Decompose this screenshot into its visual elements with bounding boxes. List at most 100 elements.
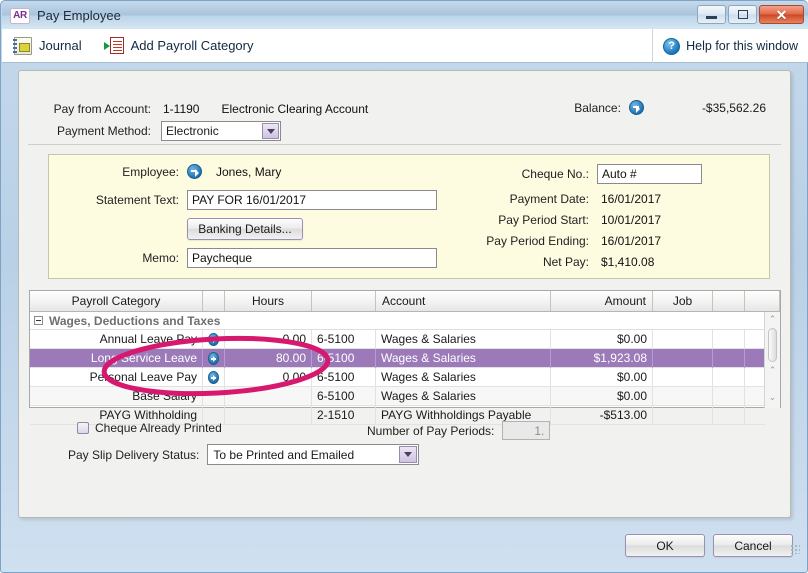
column-header-hours[interactable]: Hours — [225, 291, 312, 311]
pay-slip-delivery-status-select[interactable]: To be Printed and Emailed — [207, 444, 419, 465]
row-drilldown-arrow-icon[interactable] — [208, 333, 219, 346]
cell-hours[interactable]: 80.00 — [225, 349, 312, 368]
chevron-down-icon[interactable] — [399, 446, 417, 463]
column-header-payroll-category[interactable]: Payroll Category — [30, 291, 203, 311]
cell-payroll-category[interactable]: Personal Leave Pay — [30, 368, 203, 387]
cheque-already-printed-checkbox[interactable] — [77, 422, 89, 434]
add-payroll-category-button[interactable]: Add Payroll Category — [104, 37, 254, 55]
statement-text-input[interactable]: PAY FOR 16/01/2017 — [187, 190, 437, 210]
cell-job[interactable] — [653, 387, 713, 406]
column-header-account[interactable]: Account — [376, 291, 551, 311]
cell-drilldown[interactable] — [203, 368, 225, 387]
cheque-no-input[interactable]: Auto # — [597, 164, 702, 184]
column-header-job[interactable]: Job — [653, 291, 713, 311]
pay-period-start-value[interactable]: 10/01/2017 — [601, 213, 661, 227]
number-of-pay-periods-value: 1. — [534, 424, 544, 438]
cell-blank[interactable] — [713, 387, 745, 406]
cell-hours[interactable]: 0.00 — [225, 368, 312, 387]
payment-method-select[interactable]: Electronic — [161, 121, 281, 141]
balance-drilldown-arrow-icon[interactable] — [629, 100, 644, 115]
close-button[interactable]: ✕ — [759, 5, 804, 24]
cell-account-name[interactable]: Wages & Salaries — [376, 330, 551, 349]
row-drilldown-arrow-icon[interactable] — [208, 371, 219, 384]
balance-block: Balance: -$35,562.26 — [574, 100, 766, 115]
maximize-button[interactable] — [728, 5, 757, 24]
minimize-button[interactable] — [697, 5, 726, 24]
cell-job[interactable] — [653, 368, 713, 387]
collapse-group-icon[interactable] — [34, 316, 43, 325]
cell-account-number[interactable]: 6-5100 — [312, 368, 376, 387]
cell-payroll-category[interactable]: Annual Leave Pay — [30, 330, 203, 349]
grid-group-row[interactable]: Wages, Deductions and Taxes — [30, 312, 780, 330]
table-row[interactable]: Personal Leave Pay 0.006-5100Wages & Sala… — [30, 368, 765, 387]
pay-period-ending-row: Pay Period Ending: 16/01/2017 — [449, 234, 661, 248]
pay-slip-delivery-status-label: Pay Slip Delivery Status: — [68, 448, 199, 462]
memo-input[interactable]: Paycheque — [187, 248, 437, 268]
cell-drilldown[interactable] — [203, 349, 225, 368]
pay-period-start-row: Pay Period Start: 10/01/2017 — [449, 213, 661, 227]
cheque-already-printed-row[interactable]: Cheque Already Printed — [77, 421, 222, 435]
pay-from-account-number[interactable]: 1-1190 — [163, 102, 199, 116]
cell-hours[interactable]: 0.00 — [225, 330, 312, 349]
employee-drilldown-arrow-icon[interactable] — [187, 164, 202, 179]
ok-button[interactable]: OK — [625, 534, 705, 557]
cell-job[interactable] — [653, 406, 713, 425]
help-for-this-window-link[interactable]: ? Help for this window — [652, 29, 798, 63]
scroll-down-icon[interactable]: ⌄ — [765, 390, 780, 405]
pay-from-account-name: Electronic Clearing Account — [221, 102, 368, 116]
cell-hours[interactable] — [225, 406, 312, 425]
pay-period-start-label: Pay Period Start: — [449, 213, 589, 227]
memo-row: Memo: Paycheque — [49, 248, 437, 268]
cell-blank[interactable] — [713, 406, 745, 425]
cell-amount[interactable]: -$513.00 — [551, 406, 653, 425]
cell-account-name[interactable]: Wages & Salaries — [376, 387, 551, 406]
cheque-no-label: Cheque No.: — [449, 167, 589, 181]
banking-details-button[interactable]: Banking Details... — [187, 218, 303, 240]
cell-hours[interactable] — [225, 387, 312, 406]
cell-drilldown[interactable] — [203, 387, 225, 406]
cell-payroll-category[interactable]: Long Service Leave — [30, 349, 203, 368]
journal-button[interactable]: Journal — [14, 37, 82, 55]
cell-job[interactable] — [653, 349, 713, 368]
pay-period-ending-value[interactable]: 16/01/2017 — [601, 234, 661, 248]
table-row[interactable]: Base Salary 6-5100Wages & Salaries$0.00 — [30, 387, 765, 406]
cell-account-number[interactable]: 6-5100 — [312, 349, 376, 368]
cell-amount[interactable]: $0.00 — [551, 330, 653, 349]
table-row[interactable]: Long Service Leave 80.006-5100Wages & Sal… — [30, 349, 765, 368]
grid-vertical-scrollbar[interactable]: ⌃ ⌃ ⌄ — [764, 312, 780, 408]
employee-details-panel: Employee: Jones, Mary Statement Text: PA… — [48, 154, 770, 279]
app-badge-icon: AR — [10, 8, 30, 24]
banking-details-label: Banking Details... — [198, 222, 291, 236]
cell-drilldown[interactable] — [203, 330, 225, 349]
cell-amount[interactable]: $0.00 — [551, 387, 653, 406]
payment-date-value[interactable]: 16/01/2017 — [601, 192, 661, 206]
scroll-mid-icon[interactable]: ⌃ — [765, 363, 780, 378]
column-header-amount[interactable]: Amount — [551, 291, 653, 311]
cell-account-number[interactable]: 6-5100 — [312, 330, 376, 349]
scroll-up-icon[interactable]: ⌃ — [765, 312, 780, 327]
cell-blank[interactable] — [713, 349, 745, 368]
cell-account-name[interactable]: Wages & Salaries — [376, 349, 551, 368]
chevron-down-icon[interactable] — [262, 123, 279, 139]
scrollbar-thumb[interactable] — [768, 328, 777, 362]
cell-amount[interactable]: $0.00 — [551, 368, 653, 387]
main-panel: Pay from Account: 1-1190 Electronic Clea… — [18, 70, 791, 518]
pay-employee-window: AR Pay Employee ✕ Journal Add Payroll Ca… — [0, 0, 808, 573]
cell-payroll-category[interactable]: Base Salary — [30, 387, 203, 406]
row-drilldown-arrow-icon[interactable] — [208, 352, 219, 365]
minimize-icon — [706, 16, 717, 19]
resize-grip[interactable] — [790, 544, 800, 554]
statement-text-label: Statement Text: — [49, 193, 179, 207]
cell-account-name[interactable]: Wages & Salaries — [376, 368, 551, 387]
cell-blank[interactable] — [713, 330, 745, 349]
pay-from-account-row: Pay from Account: 1-1190 Electronic Clea… — [29, 102, 449, 116]
cell-account-number[interactable]: 6-5100 — [312, 387, 376, 406]
cell-blank[interactable] — [713, 368, 745, 387]
net-pay-label: Net Pay: — [449, 255, 589, 269]
cell-amount[interactable]: $1,923.08 — [551, 349, 653, 368]
cell-job[interactable] — [653, 330, 713, 349]
cancel-button[interactable]: Cancel — [713, 534, 793, 557]
grid-group-label: Wages, Deductions and Taxes — [49, 314, 220, 328]
employee-value[interactable]: Jones, Mary — [216, 165, 281, 179]
table-row[interactable]: Annual Leave Pay 0.006-5100Wages & Salari… — [30, 330, 765, 349]
